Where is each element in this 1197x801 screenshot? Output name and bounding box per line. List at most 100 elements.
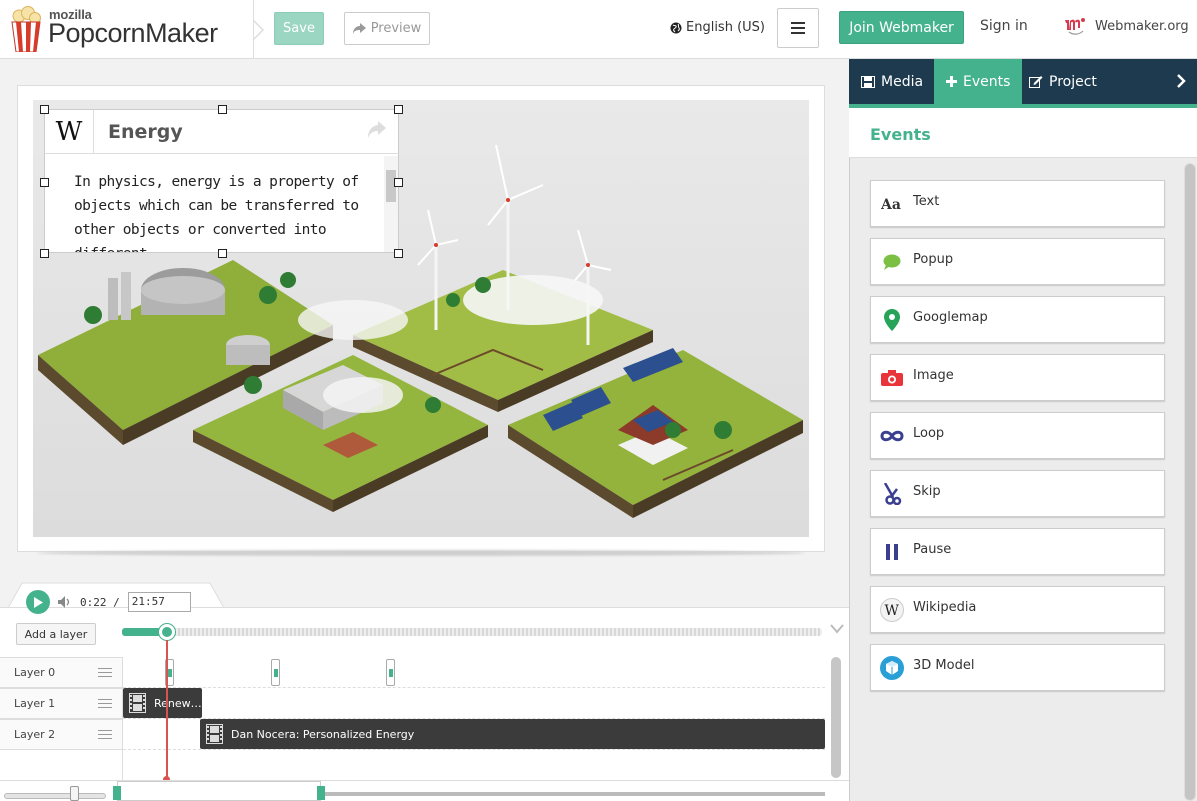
scrubber-track[interactable] xyxy=(122,628,822,636)
play-button[interactable] xyxy=(26,590,50,614)
resize-handle-mr[interactable] xyxy=(394,178,403,187)
tab-media[interactable]: Media xyxy=(849,59,935,104)
drag-grip-icon[interactable] xyxy=(98,729,112,741)
zoom-slider-knob[interactable] xyxy=(70,786,79,801)
sign-in-link[interactable]: Sign in xyxy=(980,18,1028,34)
scrubber-knob[interactable] xyxy=(159,624,175,640)
track-layer-0[interactable] xyxy=(123,657,825,688)
film-icon xyxy=(206,724,223,744)
add-layer-button[interactable]: Add a layer xyxy=(16,623,96,645)
hamburger-icon xyxy=(791,22,805,34)
wikipedia-popup-header: W Energy xyxy=(45,110,398,154)
chevron-right-icon[interactable] xyxy=(1177,74,1186,88)
media-clip[interactable]: Dan Nocera: Personalized Energy xyxy=(200,719,825,749)
map-pin-icon xyxy=(880,308,904,332)
panel-tabs: Media Events Project xyxy=(849,59,1197,104)
resize-handle-tr[interactable] xyxy=(394,105,403,114)
playback-controls: 0:22 / 21:57 xyxy=(26,590,191,614)
speech-bubble-icon xyxy=(880,250,904,274)
resize-handle-ml[interactable] xyxy=(40,178,49,187)
resize-handle-bc[interactable] xyxy=(218,249,227,258)
timeline-vertical-scroll-thumb[interactable] xyxy=(831,657,841,778)
preview-button[interactable]: Preview xyxy=(344,12,430,45)
event-item-skip[interactable]: Skip xyxy=(870,470,1165,517)
panel-title: Events xyxy=(870,125,931,144)
tab-events[interactable]: Events xyxy=(934,59,1023,104)
event-item-label: Googlemap xyxy=(913,310,988,325)
event-item-popup[interactable]: Popup xyxy=(870,238,1165,285)
track-layer-1[interactable]: Renew… xyxy=(123,688,825,719)
wikipedia-popup-text: In physics, energy is a property of obje… xyxy=(74,174,359,252)
timeline-tracks: Renew… Dan Nocera: Personalized Energy xyxy=(122,657,825,780)
timeline-vertical-scrollbar[interactable] xyxy=(831,657,841,778)
wikipedia-icon: W xyxy=(880,598,904,622)
resize-handle-tc[interactable] xyxy=(218,105,227,114)
resize-handle-tl[interactable] xyxy=(40,105,49,114)
layer-row-label[interactable]: Layer 2 xyxy=(0,719,122,750)
popcorn-maker-logo[interactable]: mozilla PopcornMaker xyxy=(9,4,229,54)
event-item-text[interactable]: Aa Text xyxy=(870,180,1165,227)
track-event[interactable] xyxy=(386,659,395,686)
timeline-scroll-window[interactable] xyxy=(117,781,321,801)
clip-label: Dan Nocera: Personalized Energy xyxy=(231,727,415,741)
scroll-window-right-grip[interactable] xyxy=(317,786,325,800)
event-item-label: Loop xyxy=(913,426,945,441)
panel-scroll-thumb[interactable] xyxy=(1185,164,1195,800)
menu-button[interactable] xyxy=(777,8,819,48)
popcorn-cup-icon xyxy=(11,6,41,52)
preview-button-label: Preview xyxy=(370,21,422,36)
layer-row-label[interactable]: Layer 0 xyxy=(0,657,122,688)
event-item-googlemap[interactable]: Googlemap xyxy=(870,296,1165,343)
webmaker-org-link[interactable]: Webmaker.org xyxy=(1063,16,1189,36)
resize-handle-bl[interactable] xyxy=(40,249,49,258)
drag-grip-icon[interactable] xyxy=(98,698,112,710)
save-button[interactable]: Save xyxy=(274,12,324,45)
panel-scrollbar[interactable] xyxy=(1184,163,1196,801)
event-item-image[interactable]: Image xyxy=(870,354,1165,401)
scroll-window-left-grip[interactable] xyxy=(113,786,121,800)
text-icon: Aa xyxy=(880,192,904,216)
drag-grip-icon[interactable] xyxy=(98,667,112,679)
play-icon xyxy=(34,596,43,608)
webmaker-logo-icon xyxy=(1065,18,1085,35)
event-item-loop[interactable]: Loop xyxy=(870,412,1165,459)
language-selector[interactable]: English (US) xyxy=(670,20,765,35)
track-event[interactable] xyxy=(271,659,280,686)
playhead[interactable] xyxy=(166,640,168,780)
current-time: 0:22 / xyxy=(80,595,120,609)
event-item-wikipedia[interactable]: W Wikipedia xyxy=(870,586,1165,633)
wikipedia-scrollbar[interactable] xyxy=(384,156,398,252)
event-item-label: 3D Model xyxy=(913,658,975,673)
film-icon xyxy=(861,75,875,88)
clip-label: Renew… xyxy=(154,696,202,710)
volume-icon[interactable] xyxy=(58,596,72,608)
save-button-label: Save xyxy=(283,21,315,36)
wikipedia-icon: W xyxy=(45,110,94,154)
share-icon[interactable] xyxy=(366,118,388,142)
chevron-down-icon[interactable] xyxy=(830,624,844,634)
layer-name: Layer 2 xyxy=(14,728,56,741)
layer-row-label[interactable]: Layer 1 xyxy=(0,688,122,719)
globe-icon xyxy=(670,22,682,33)
webmaker-org-label: Webmaker.org xyxy=(1095,18,1189,34)
add-layer-label: Add a layer xyxy=(24,627,88,641)
wikipedia-popup[interactable]: W Energy In physics, energy is a propert… xyxy=(44,109,399,253)
tab-events-label: Events xyxy=(963,73,1011,90)
event-item-pause[interactable]: Pause xyxy=(870,528,1165,575)
top-header: mozilla PopcornMaker Save Preview Englis… xyxy=(0,0,1197,59)
tab-project-label: Project xyxy=(1049,73,1097,90)
resize-handle-br[interactable] xyxy=(394,249,403,258)
duration-input[interactable]: 21:57 xyxy=(127,592,191,612)
zoom-slider[interactable] xyxy=(4,793,106,799)
layer-name: Layer 1 xyxy=(14,697,56,710)
tab-media-label: Media xyxy=(881,73,924,90)
join-webmaker-button[interactable]: Join Webmaker xyxy=(839,11,964,44)
loop-icon xyxy=(880,424,904,448)
track-layer-2[interactable]: Dan Nocera: Personalized Energy xyxy=(123,719,825,750)
event-item-3d-model[interactable]: 3D Model xyxy=(870,644,1165,691)
share-arrow-icon xyxy=(352,23,366,34)
media-clip[interactable]: Renew… xyxy=(123,688,202,718)
wikipedia-popup-title: Energy xyxy=(108,121,183,143)
tab-project[interactable]: Project xyxy=(1017,59,1109,104)
event-item-label: Pause xyxy=(913,542,952,557)
